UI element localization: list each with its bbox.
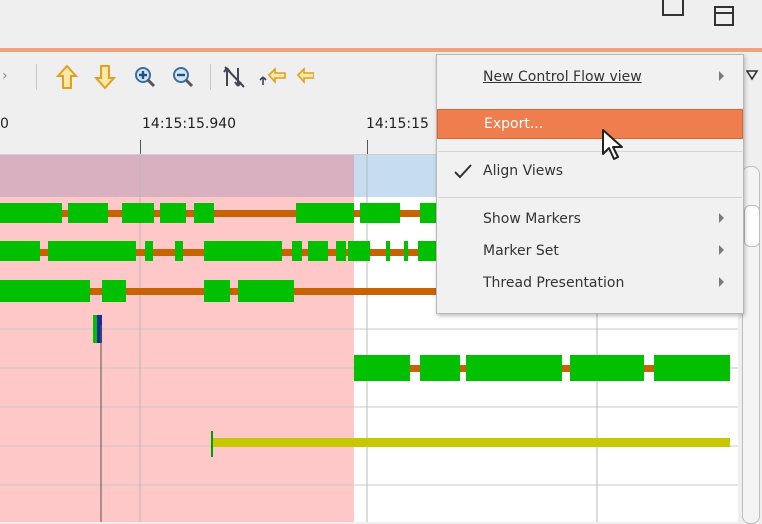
menu-item-new-control-flow-view[interactable]: New Control Flow view: [437, 63, 743, 93]
follow-arrow-back-icon[interactable]: [258, 62, 288, 92]
time-tick-label: 0: [0, 116, 9, 132]
thread-row-3[interactable]: [0, 280, 440, 302]
arrow-up-icon[interactable]: [52, 62, 82, 92]
thread-row-5[interactable]: [354, 355, 730, 381]
menu-item-label: Align Views: [483, 163, 564, 179]
menu-item-marker-set[interactable]: Marker Set: [437, 237, 743, 267]
view-context-menu: New Control Flow view Export... Align Vi…: [436, 54, 744, 314]
menu-item-label: New Control Flow view: [483, 69, 642, 85]
menu-item-label: Export...: [484, 116, 544, 132]
menu-item-export[interactable]: Export...: [437, 109, 743, 139]
time-tick-label: 14:15:15: [366, 116, 429, 132]
arrow-down-icon[interactable]: [90, 62, 120, 92]
submenu-arrow-icon: [719, 245, 724, 255]
toolbar-overflow-icon[interactable]: ›: [2, 68, 8, 84]
menu-item-label: Show Markers: [483, 211, 581, 227]
zoom-in-icon[interactable]: [130, 62, 160, 92]
thread-row-2[interactable]: [0, 241, 440, 261]
maximize-icon[interactable]: [714, 6, 734, 26]
follow-arrow-forward-icon[interactable]: [290, 62, 320, 92]
checkmark-icon: [453, 163, 473, 183]
time-tick-label: 14:15:15.940: [142, 116, 237, 132]
menu-separator: [438, 151, 742, 152]
hide-arrows-icon[interactable]: [220, 62, 250, 92]
time-tick-mark: [140, 140, 141, 154]
mouse-pointer-icon: [600, 128, 628, 168]
menu-item-thread-presentation[interactable]: Thread Presentation: [437, 269, 743, 299]
submenu-arrow-icon: [719, 213, 724, 223]
scrollbar-track[interactable]: [742, 166, 760, 524]
menu-item-label: Marker Set: [483, 243, 559, 259]
submenu-arrow-icon: [719, 277, 724, 287]
minimize-icon[interactable]: [662, 0, 684, 16]
menu-item-label: Thread Presentation: [483, 275, 625, 291]
view-menu-icon[interactable]: [745, 68, 760, 86]
selection-header-pink: [0, 155, 354, 197]
toolbar-separator: [210, 64, 211, 90]
scrollbar-thumb[interactable]: [744, 205, 760, 247]
window-titlebar: [0, 0, 762, 50]
zoom-out-icon[interactable]: [168, 62, 198, 92]
menu-separator: [438, 197, 742, 198]
menu-item-show-markers[interactable]: Show Markers: [437, 205, 743, 235]
toolbar-separator: [36, 64, 37, 90]
menu-item-align-views[interactable]: Align Views: [437, 157, 743, 187]
time-tick-mark: [367, 140, 368, 154]
submenu-arrow-icon: [719, 71, 724, 81]
